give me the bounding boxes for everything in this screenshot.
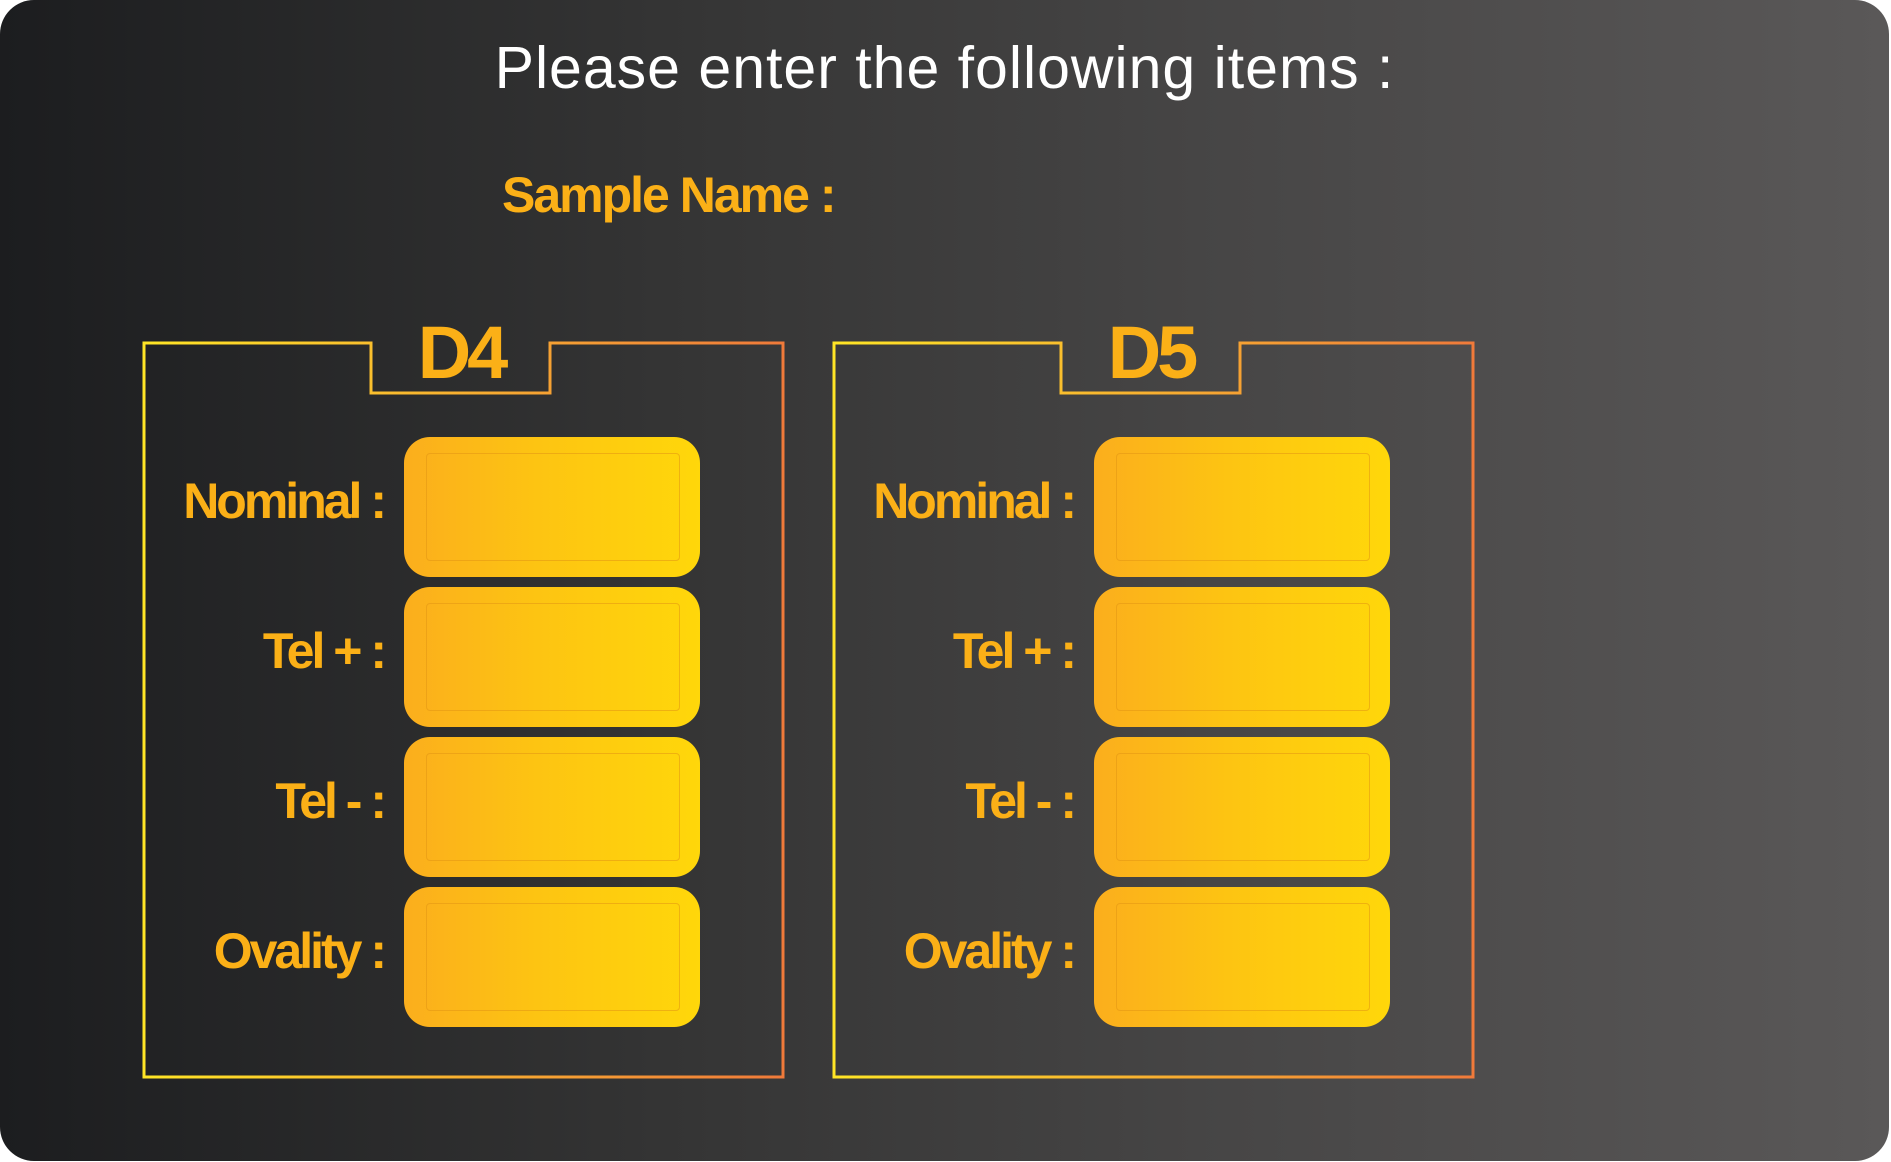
group-d5-title: D5 [1107, 311, 1199, 394]
tel-minus-label: Tel - : [275, 773, 387, 829]
field-inner-border [426, 753, 680, 861]
field-inner-border [426, 903, 680, 1011]
d5-tel-plus-input[interactable] [1094, 587, 1390, 727]
tel-minus-label: Tel - : [965, 773, 1077, 829]
field-inner-border [426, 453, 680, 561]
d5-nominal-input[interactable] [1094, 437, 1390, 577]
d4-tel-plus-input[interactable] [404, 587, 700, 727]
group-d4-title: D4 [417, 311, 509, 394]
field-inner-border [1116, 753, 1370, 861]
form-panel: Please enter the following items : Sampl… [0, 0, 1889, 1161]
page-title: Please enter the following items : [494, 35, 1395, 101]
nominal-label: Nominal : [183, 473, 387, 529]
field-inner-border [1116, 903, 1370, 1011]
sample-name-label: Sample Name : [502, 167, 836, 223]
field-inner-border [426, 603, 680, 711]
d4-ovality-input[interactable] [404, 887, 700, 1027]
field-inner-border [1116, 603, 1370, 711]
ovality-label: Ovality : [213, 923, 387, 979]
d4-nominal-input[interactable] [404, 437, 700, 577]
d5-ovality-input[interactable] [1094, 887, 1390, 1027]
group-d4-labels: Nominal : Tel + : Tel - : Ovality : [142, 300, 387, 1080]
d4-tel-minus-input[interactable] [404, 737, 700, 877]
group-d5: D5 Nominal : Tel + : Tel - : Ovality : [832, 300, 1476, 1080]
field-inner-border [1116, 453, 1370, 561]
group-d4: D4 Nominal : Tel + : Tel - : Ovality : [142, 300, 786, 1080]
tel-plus-label: Tel + : [262, 623, 387, 679]
group-d5-labels: Nominal : Tel + : Tel - : Ovality : [832, 300, 1077, 1080]
tel-plus-label: Tel + : [952, 623, 1077, 679]
ovality-label: Ovality : [903, 923, 1077, 979]
d5-tel-minus-input[interactable] [1094, 737, 1390, 877]
nominal-label: Nominal : [873, 473, 1077, 529]
